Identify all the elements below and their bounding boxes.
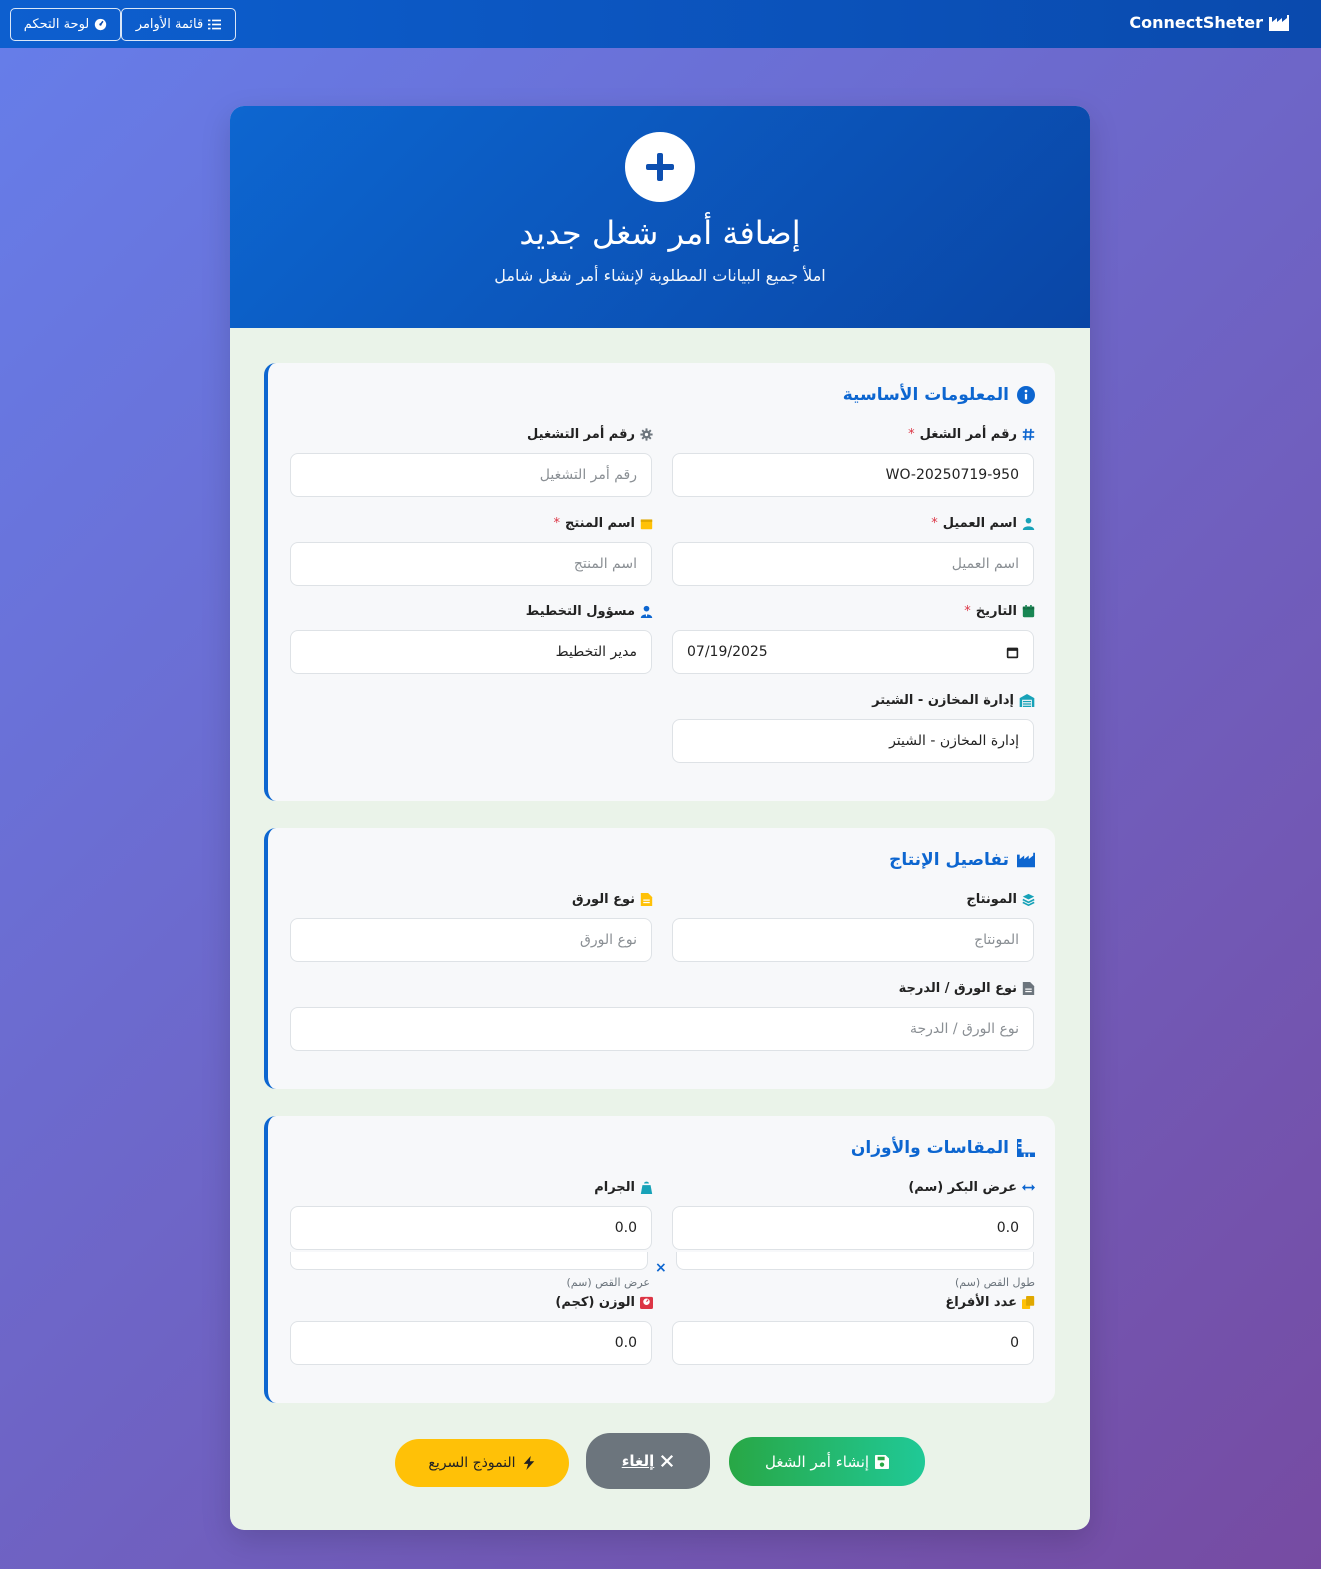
cancel-button[interactable]: إلغاء: [586, 1433, 710, 1489]
date-value: 07/19/2025: [687, 644, 768, 660]
weight-bag-icon: [640, 1181, 653, 1194]
weight-scale-icon: [640, 1296, 653, 1309]
blanks-count-input[interactable]: 0: [672, 1321, 1034, 1365]
cancel-label: إلغاء: [621, 1452, 655, 1470]
production-details-title: تفاصيل الإنتاج: [889, 850, 1035, 870]
planner-label: مسؤول التخطيط: [526, 604, 653, 619]
file-icon: [640, 893, 653, 906]
date-input[interactable]: 07/19/2025: [672, 630, 1034, 674]
multiply-symbol: ×: [655, 1260, 667, 1276]
product-name-label: اسم المنتج *: [554, 516, 654, 531]
dashboard-icon: [95, 18, 107, 31]
industry-icon: [1017, 852, 1035, 868]
card-header: إضافة أمر شغل جديد املأ جميع البيانات ال…: [230, 106, 1090, 328]
cut-length-hint: طول القص (سم): [955, 1276, 1035, 1289]
factory-icon: [1269, 14, 1289, 31]
weight-label: الوزن (كجم): [555, 1295, 653, 1310]
work-order-form-card: إضافة أمر شغل جديد املأ جميع البيانات ال…: [230, 106, 1090, 1530]
gram-label: الجرام: [594, 1180, 653, 1195]
list-icon: [208, 19, 222, 30]
plus-circle-icon: [625, 132, 695, 202]
orders-list-button[interactable]: قائمة الأوامر: [121, 8, 236, 41]
quick-form-label: النموذج السريع: [428, 1455, 516, 1471]
cut-width-hint: عرض القص (سم): [566, 1276, 651, 1289]
work-order-number-label: رقم أمر الشغل *: [908, 427, 1035, 442]
basic-info-section: المعلومات الأساسية رقم أمر الشغل * WO-20…: [264, 363, 1055, 801]
roll-width-input[interactable]: 0.0: [672, 1206, 1034, 1250]
dashboard-label: لوحة التحكم: [23, 17, 90, 32]
weight-input[interactable]: 0.0: [290, 1321, 652, 1365]
save-icon: [875, 1454, 890, 1469]
quick-form-button[interactable]: النموذج السريع: [395, 1439, 569, 1487]
warehouse-label: إدارة المخازن - الشيتر: [872, 693, 1035, 708]
user-icon: [1022, 517, 1035, 530]
navbar: لوحة التحكم قائمة الأوامر ConnectSheter: [0, 0, 1321, 48]
arrows-horizontal-icon: [1022, 1184, 1035, 1191]
box-icon: [640, 519, 653, 530]
work-order-number-input[interactable]: WO-20250719-950: [672, 453, 1034, 497]
blanks-count-label: عدد الأفراغ: [945, 1295, 1035, 1310]
paper-grade-label: نوع الورق / الدرجة: [899, 981, 1035, 996]
calendar-picker-icon[interactable]: [1006, 646, 1019, 659]
close-icon: [661, 1454, 674, 1468]
page-subtitle: املأ جميع البيانات المطلوبة لإنشاء أمر ش…: [494, 266, 826, 285]
paper-type-label: نوع الورق: [572, 892, 653, 907]
client-name-label: اسم العميل *: [931, 516, 1035, 531]
montage-label: المونتاج: [966, 892, 1035, 907]
hashtag-icon: [1022, 428, 1035, 441]
warehouse-input[interactable]: إدارة المخازن - الشيتر: [672, 719, 1034, 763]
gram-input[interactable]: 0.0: [290, 1206, 652, 1250]
user-tie-icon: [640, 605, 653, 618]
bolt-icon: [523, 1456, 534, 1470]
warehouse-icon: [1019, 694, 1035, 707]
date-label: التاريخ *: [964, 604, 1035, 619]
create-work-order-button[interactable]: إنشاء أمر الشغل: [729, 1437, 925, 1486]
dashboard-button[interactable]: لوحة التحكم: [10, 8, 121, 41]
dimensions-weights-section: المقاسات والأوزان عرض البكر (سم) 0.0 الج…: [264, 1116, 1055, 1403]
page-title: إضافة أمر شغل جديد: [519, 214, 801, 252]
file-alt-icon: [1022, 982, 1035, 995]
create-work-order-label: إنشاء أمر الشغل: [764, 1452, 870, 1471]
client-name-input[interactable]: اسم العميل: [672, 542, 1034, 586]
brand[interactable]: ConnectSheter: [1129, 13, 1289, 32]
cut-width-input[interactable]: [290, 1252, 648, 1270]
roll-width-label: عرض البكر (سم): [908, 1180, 1035, 1195]
montage-input[interactable]: المونتاج: [672, 918, 1034, 962]
dimensions-weights-title: المقاسات والأوزان: [851, 1138, 1035, 1158]
planner-input[interactable]: مدير التخطيط: [290, 630, 652, 674]
info-circle-icon: [1017, 386, 1035, 404]
basic-info-title: المعلومات الأساسية: [843, 385, 1035, 405]
operation-number-input[interactable]: رقم أمر التشغيل: [290, 453, 652, 497]
cut-length-input[interactable]: [676, 1252, 1034, 1270]
gear-icon: [640, 428, 653, 441]
brand-name: ConnectSheter: [1129, 13, 1263, 32]
product-name-input[interactable]: اسم المنتج: [290, 542, 652, 586]
orders-list-label: قائمة الأوامر: [135, 17, 204, 32]
paper-type-input[interactable]: نوع الورق: [290, 918, 652, 962]
copy-icon: [1022, 1296, 1035, 1309]
operation-number-label: رقم أمر التشغيل: [527, 427, 653, 442]
ruler-icon: [1017, 1139, 1035, 1157]
calendar-icon: [1022, 605, 1035, 618]
production-details-section: تفاصيل الإنتاج المونتاج المونتاج نوع الو…: [264, 828, 1055, 1089]
paper-grade-input[interactable]: نوع الورق / الدرجة: [290, 1007, 1034, 1051]
layers-icon: [1022, 893, 1035, 906]
